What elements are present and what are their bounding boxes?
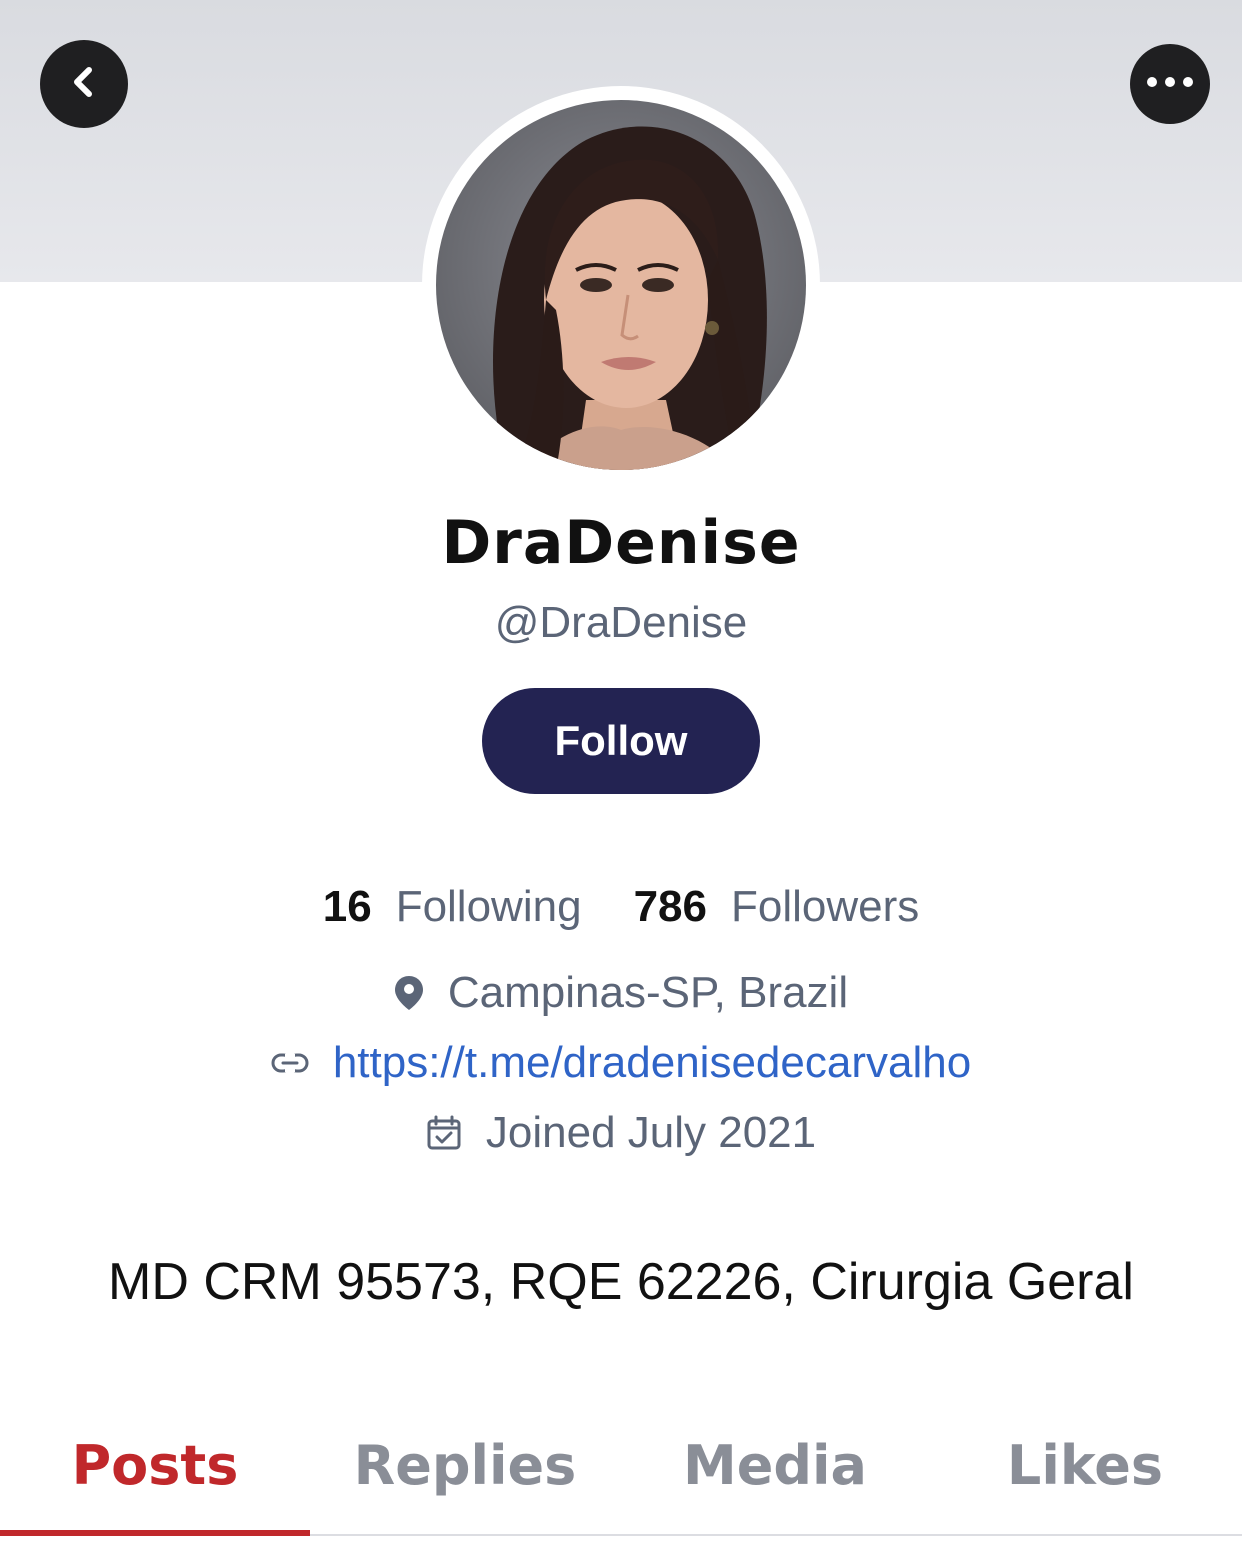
followers-label: Followers: [730, 882, 920, 931]
tab-replies[interactable]: Replies: [310, 1396, 620, 1534]
follow-stats: 16 Following 786 Followers: [0, 882, 1242, 932]
profile-tabs: Posts Replies Media Likes: [0, 1396, 1242, 1536]
joined-row: Joined July 2021: [0, 1108, 1242, 1158]
tab-posts[interactable]: Posts: [0, 1396, 310, 1534]
location-text: Campinas-SP, Brazil: [447, 968, 849, 1017]
tab-media[interactable]: Media: [620, 1396, 930, 1534]
tab-likes[interactable]: Likes: [930, 1396, 1240, 1534]
website-link[interactable]: https://t.me/dradenisedecarvalho: [333, 1038, 971, 1088]
back-button[interactable]: [40, 40, 128, 128]
avatar-frame: [422, 86, 820, 484]
display-name: DraDenise: [441, 508, 801, 578]
link-icon: [271, 1051, 309, 1075]
location-row: Campinas-SP, Brazil: [0, 968, 1242, 1018]
user-handle: @DraDenise: [494, 598, 748, 647]
following-label: Following: [395, 882, 582, 931]
followers-count: 786: [633, 882, 707, 931]
profile-page: DraDenise @DraDenise Follow 16 Following…: [0, 0, 1242, 1559]
followers-stat[interactable]: 786 Followers: [634, 882, 920, 932]
follow-button[interactable]: Follow: [482, 688, 760, 794]
joined-date: Joined July 2021: [485, 1108, 817, 1157]
more-options-button[interactable]: [1130, 44, 1210, 124]
following-stat[interactable]: 16 Following: [323, 882, 582, 932]
location-pin-icon: [394, 975, 424, 1011]
chevron-left-icon: [64, 62, 104, 107]
calendar-icon: [426, 1115, 462, 1151]
avatar[interactable]: [436, 100, 806, 470]
website-row: https://t.me/dradenisedecarvalho: [0, 1038, 1242, 1088]
more-horizontal-icon: [1146, 75, 1194, 93]
profile-bio: MD CRM 95573, RQE 62226, Cirurgia Geral: [108, 1253, 1134, 1311]
following-count: 16: [322, 882, 372, 931]
active-tab-indicator: [0, 1530, 310, 1536]
